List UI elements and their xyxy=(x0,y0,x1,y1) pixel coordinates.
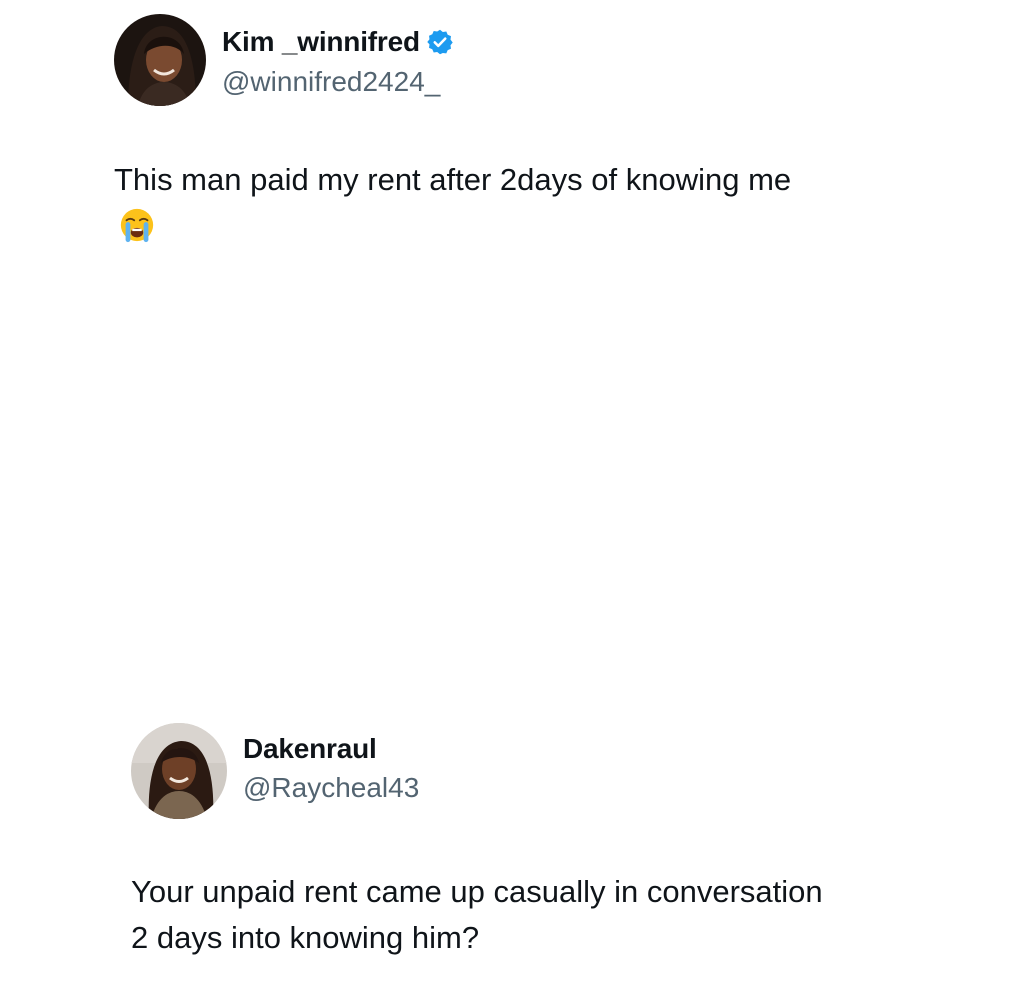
author-name-row: Kim _winnifred xyxy=(222,24,454,60)
verified-badge-icon xyxy=(426,28,454,56)
display-name[interactable]: Kim _winnifred xyxy=(222,26,420,58)
tweet-text: This man paid my rent after 2days of kno… xyxy=(114,162,792,197)
tweet-text: Your unpaid rent came up casually in con… xyxy=(131,869,991,961)
avatar-photo xyxy=(131,723,227,819)
tweet-text-line: Your unpaid rent came up casually in con… xyxy=(131,874,823,909)
author-name-row: Dakenraul xyxy=(243,732,377,766)
handle[interactable]: @winnifred2424_ xyxy=(222,66,440,98)
display-name[interactable]: Dakenraul xyxy=(243,733,377,765)
handle[interactable]: @Raycheal43 xyxy=(243,772,419,804)
original-tweet: Kim _winnifred @winnifred2424_ This man … xyxy=(0,0,1024,300)
tweet-text-line: 2 days into knowing him? xyxy=(131,920,480,955)
loudly-crying-face-icon xyxy=(118,206,156,244)
avatar-photo xyxy=(114,14,206,106)
avatar[interactable] xyxy=(131,723,227,819)
avatar[interactable] xyxy=(114,14,206,106)
